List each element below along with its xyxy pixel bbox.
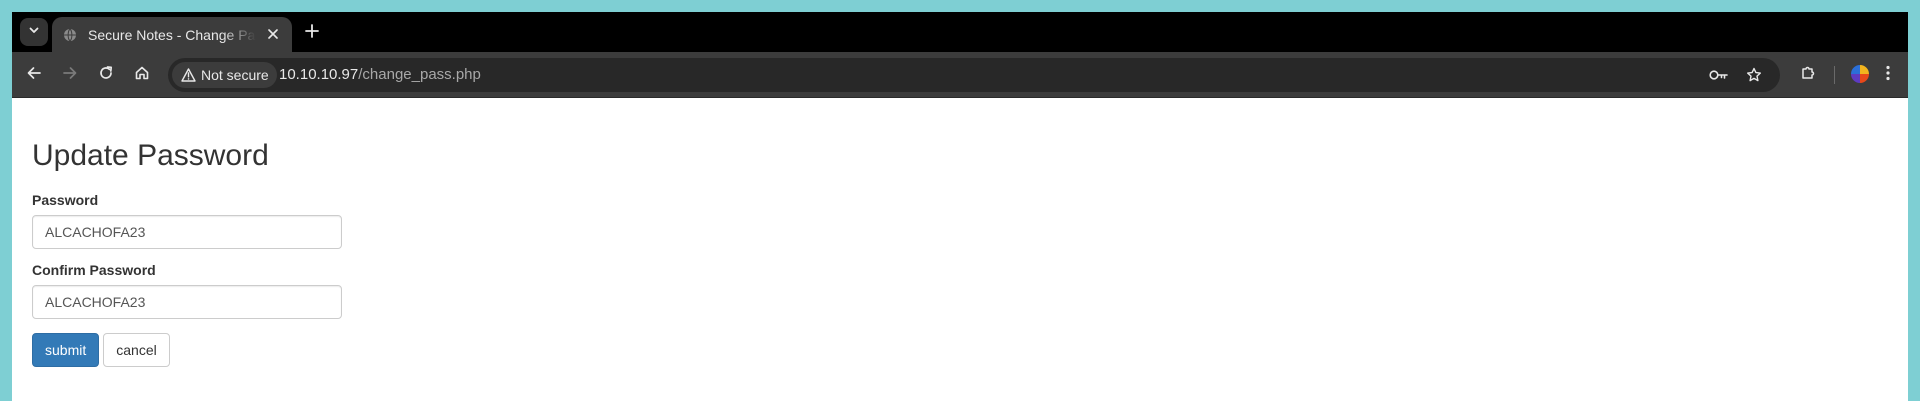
url-path: /change_pass.php [358,66,481,83]
url-text[interactable]: 10.10.10.97/change_pass.php [279,66,481,83]
forward-button[interactable] [56,61,84,89]
warning-icon [180,67,196,83]
toolbar-divider [1834,66,1835,84]
tab-title: Secure Notes - Change Password [88,26,256,43]
page-content: Update Password Password Confirm Passwor… [12,99,1908,401]
browser-toolbar: Not secure 10.10.10.97/change_pass.php [12,52,1908,98]
puzzle-icon [1800,65,1816,86]
home-icon [134,65,150,86]
plus-icon [305,23,319,43]
kebab-menu-icon [1886,65,1890,86]
back-button[interactable] [20,61,48,89]
security-indicator[interactable]: Not secure [172,62,277,88]
address-bar[interactable]: Not secure 10.10.10.97/change_pass.php [168,58,1780,92]
profile-avatar[interactable] [1849,63,1871,85]
menu-button[interactable] [1874,61,1902,89]
confirm-password-input[interactable] [32,285,342,319]
new-tab-button[interactable] [300,21,324,45]
tab-search-button[interactable] [20,18,48,46]
submit-button[interactable]: submit [32,333,99,367]
tab-active[interactable]: Secure Notes - Change Password [52,17,292,52]
browser-window: Secure Notes - Change Password [12,12,1908,401]
password-input[interactable] [32,215,342,249]
arrow-left-icon [26,65,42,86]
cancel-button[interactable]: cancel [103,333,170,367]
star-icon[interactable] [1743,64,1765,86]
close-icon[interactable] [264,25,282,43]
reload-button[interactable] [92,61,120,89]
tab-strip: Secure Notes - Change Password [12,12,1908,52]
url-host: 10.10.10.97 [279,66,359,83]
security-label: Not secure [201,67,269,83]
arrow-right-icon [62,65,78,86]
globe-icon [62,27,78,43]
extensions-button[interactable] [1794,61,1822,89]
confirm-password-label: Confirm Password [32,262,156,278]
home-button[interactable] [128,61,156,89]
reload-icon [98,65,114,86]
page-title: Update Password [32,139,269,172]
chevron-down-icon [28,23,40,41]
password-label: Password [32,192,99,208]
password-key-icon[interactable] [1708,64,1730,86]
